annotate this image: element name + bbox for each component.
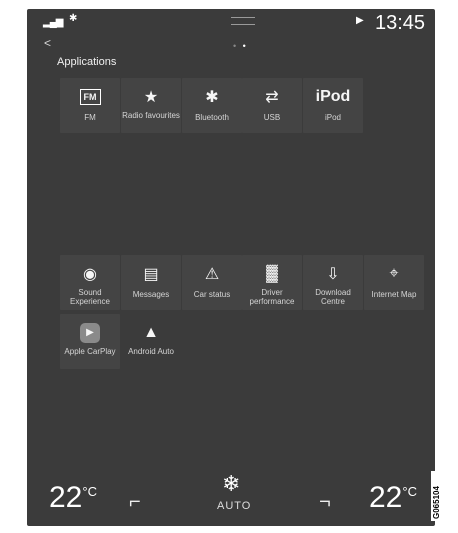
app-label: Apple CarPlay bbox=[64, 347, 116, 356]
car-status-warning-icon: ⚠ bbox=[204, 266, 220, 283]
clock: 13:45 bbox=[375, 12, 426, 34]
app-label: USB bbox=[263, 113, 281, 122]
back-button[interactable]: < bbox=[44, 36, 51, 50]
top-view-pull-handle[interactable] bbox=[231, 17, 255, 25]
climate-fan-icon[interactable]: ❄ bbox=[222, 471, 240, 497]
radio-fm-icon: FM bbox=[60, 85, 120, 109]
app-tile-sound-experience[interactable]: ◉ Sound Experience bbox=[60, 255, 120, 310]
radio-star-icon: ★ bbox=[143, 89, 159, 106]
app-tile-ipod[interactable]: iPod iPod bbox=[303, 78, 363, 133]
messages-icon: ▤ bbox=[143, 266, 159, 283]
app-label: Radio favourites bbox=[122, 111, 180, 120]
android-auto-icon: ▲ bbox=[143, 324, 159, 341]
page-dot-active: • bbox=[242, 41, 248, 51]
app-tile-internet-map[interactable]: ⌖ Internet Map bbox=[364, 255, 424, 310]
app-label: Messages bbox=[132, 290, 170, 299]
page-indicator: • • bbox=[233, 41, 248, 51]
speaker-icon: ◉ bbox=[83, 266, 97, 283]
app-tile-messages[interactable]: ▤ Messages bbox=[121, 255, 181, 310]
app-tile-android-auto[interactable]: ▲ Android Auto bbox=[121, 314, 181, 369]
center-display: ▂▄▆ ✱ ▶ 13:45 < • • Applications FM FM ★… bbox=[27, 9, 435, 526]
image-code-label: G065104 bbox=[431, 471, 445, 521]
app-tile-driver-performance[interactable]: ▓ Driver performance bbox=[242, 255, 302, 310]
usb-icon: ⇄ bbox=[265, 89, 279, 106]
app-label: Internet Map bbox=[371, 290, 417, 299]
signal-strength-icon: ▂▄▆ bbox=[43, 17, 63, 28]
app-tile-apple-carplay[interactable]: ▶ Apple CarPlay bbox=[60, 314, 120, 369]
app-label: Driver performance bbox=[249, 288, 295, 306]
climate-auto-label[interactable]: AUTO bbox=[217, 500, 251, 512]
left-temperature[interactable]: 22°C bbox=[49, 481, 97, 515]
app-tile-fm[interactable]: FM FM bbox=[60, 78, 120, 133]
app-label: Download Centre bbox=[315, 288, 351, 306]
ipod-icon: iPod bbox=[315, 88, 351, 105]
internet-map-icon: ⌖ bbox=[389, 265, 399, 282]
app-label: Car status bbox=[193, 290, 231, 299]
app-tile-radio-favourites[interactable]: ★ Radio favourites bbox=[121, 78, 181, 133]
app-tile-usb[interactable]: ⇄ USB bbox=[242, 78, 302, 133]
play-icon: ▶ bbox=[356, 15, 364, 26]
page-dot: • bbox=[233, 41, 239, 51]
app-label: Sound Experience bbox=[69, 288, 111, 306]
app-tile-bluetooth[interactable]: ✱ Bluetooth bbox=[182, 78, 242, 133]
app-label: Android Auto bbox=[128, 347, 174, 356]
left-seat-heater-icon[interactable]: ⌐ bbox=[129, 491, 141, 514]
status-bar: ▂▄▆ ✱ ▶ 13:45 bbox=[27, 9, 435, 39]
carplay-icon: ▶ bbox=[60, 321, 120, 345]
app-label: iPod bbox=[324, 113, 341, 122]
app-label: FM bbox=[84, 113, 96, 122]
app-label: Bluetooth bbox=[195, 113, 229, 122]
climate-bar: 22°C ⌐ ❄ AUTO ⌐ 22°C bbox=[27, 466, 435, 526]
download-icon: ⇩ bbox=[326, 266, 340, 283]
bluetooth-status-icon: ✱ bbox=[69, 13, 78, 24]
right-seat-heater-icon[interactable]: ⌐ bbox=[319, 491, 331, 514]
bluetooth-icon: ✱ bbox=[205, 89, 219, 106]
app-tile-car-status[interactable]: ⚠ Car status bbox=[182, 255, 242, 310]
app-tile-download-centre[interactable]: ⇩ Download Centre bbox=[303, 255, 363, 310]
section-title: Applications bbox=[57, 56, 117, 68]
driver-performance-icon: ▓ bbox=[266, 265, 278, 282]
right-temperature[interactable]: 22°C bbox=[369, 481, 417, 515]
